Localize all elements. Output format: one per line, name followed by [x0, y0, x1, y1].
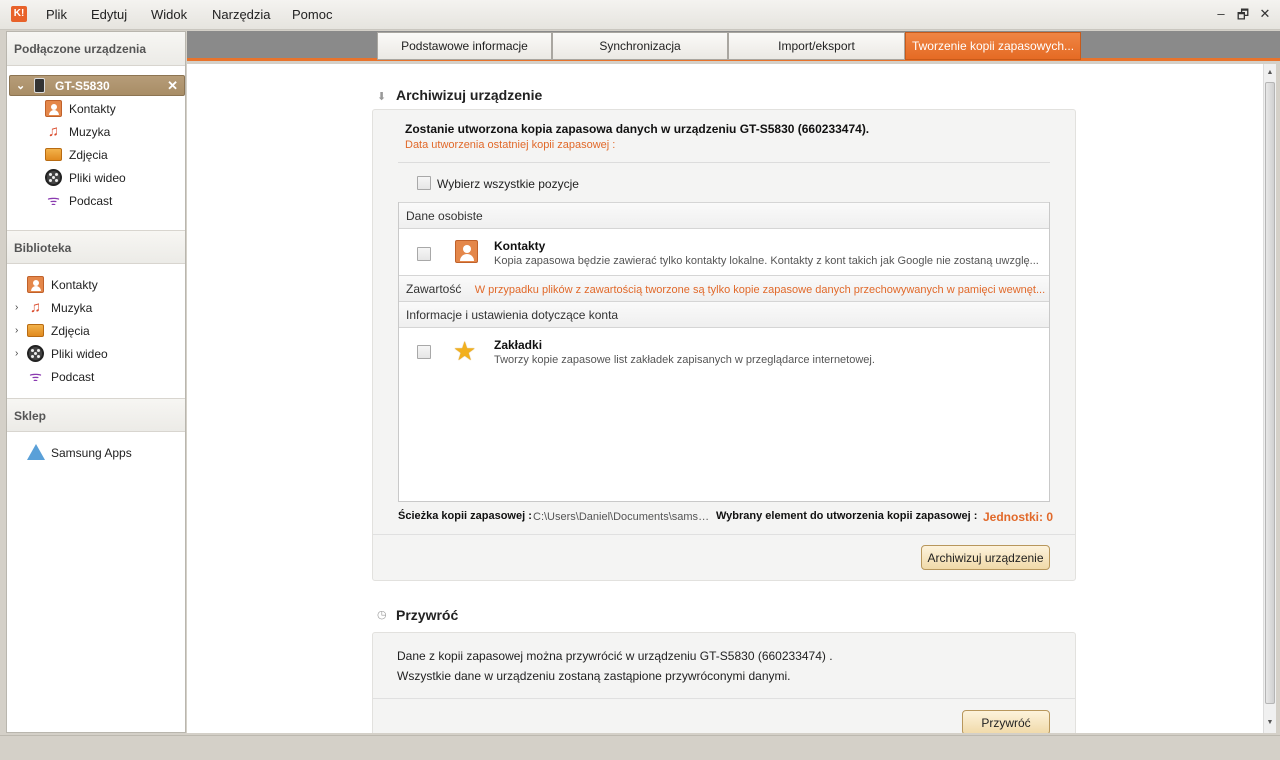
close-window-icon[interactable]: ✕ — [1257, 6, 1273, 22]
backup-items-list: Dane osobiste Kontakty Kopia zapasowa bę… — [398, 202, 1050, 502]
last-backup-label: Data utworzenia ostatniej kopii zapasowe… — [405, 139, 616, 151]
backup-panel: Zostanie utworzona kopia zapasowa danych… — [372, 109, 1076, 581]
divider — [373, 534, 1075, 535]
device-item-label: Zdjęcia — [69, 148, 108, 162]
archive-device-button[interactable]: Archiwizuj urządzenie — [921, 545, 1050, 570]
expand-photos-icon[interactable]: › — [15, 325, 18, 336]
selected-units-count: Jednostki: 0 — [983, 510, 1054, 524]
menu-help[interactable]: Pomoc — [292, 7, 332, 22]
device-row[interactable]: ⌄ GT-S5830 ✕ — [9, 75, 185, 96]
music-icon: ♫ — [47, 123, 60, 140]
device-item-label: Muzyka — [69, 125, 111, 139]
library-header: Biblioteka — [7, 230, 185, 264]
contacts-checkbox[interactable] — [417, 247, 431, 261]
library-item-label: Kontakty — [51, 278, 98, 292]
scroll-down-icon[interactable]: ▼ — [1264, 716, 1276, 730]
scroll-up-icon[interactable]: ▲ — [1264, 66, 1276, 80]
backup-section-title: Archiwizuj urządzenie — [396, 87, 543, 103]
podcast-icon: ᯤ — [47, 192, 60, 208]
menu-bar: K! Plik Edytuj Widok Narzędzia Pomoc – 🗗… — [0, 0, 1280, 30]
group-personal-header: Dane osobiste — [399, 202, 1049, 229]
connected-devices-header: Podłączone urządzenia — [7, 32, 185, 66]
minimize-icon[interactable]: – — [1213, 6, 1229, 21]
expand-music-icon[interactable]: › — [15, 302, 18, 313]
library-item-label: Zdjęcia — [51, 324, 90, 338]
bookmarks-item-desc: Tworzy kopie zapasowe list zakładek zapi… — [494, 354, 875, 366]
restore-icon[interactable]: 🗗 — [1235, 6, 1251, 28]
shop-header: Sklep — [7, 398, 185, 432]
restore-line-1: Dane z kopii zapasowej można przywrócić … — [397, 649, 833, 663]
contacts-item-desc: Kopia zapasowa będzie zawierać tylko kon… — [494, 255, 1039, 267]
podcast-icon: ᯤ — [29, 368, 42, 384]
sidebar: Podłączone urządzenia ⌄ GT-S5830 ✕ Konta… — [6, 31, 186, 733]
backup-path-value[interactable]: C:\Users\Daniel\Documents\samsu... — [533, 511, 713, 523]
device-item-label: Podcast — [69, 194, 113, 208]
menu-file[interactable]: Plik — [46, 7, 67, 22]
tab-bar: Podstawowe informacje Synchronizacja Imp… — [187, 31, 1280, 61]
tab-sync[interactable]: Synchronizacja — [552, 32, 728, 60]
group-content-header: Zawartość W przypadku plików z zawartośc… — [399, 275, 1049, 302]
photos-icon — [27, 324, 44, 337]
menu-tools[interactable]: Narzędzia — [212, 7, 271, 22]
photos-icon — [45, 148, 62, 161]
bookmarks-item-title: Zakładki — [494, 338, 543, 352]
download-icon: ⬇ — [377, 91, 387, 103]
restore-clock-icon: ◷ — [377, 609, 387, 621]
restore-section-title: Przywróć — [396, 607, 459, 623]
library-item-label: Podcast — [51, 370, 95, 384]
star-icon: ★ — [453, 336, 477, 366]
library-item-label: Pliki wideo — [51, 347, 108, 361]
device-item-label: Pliki wideo — [69, 171, 126, 185]
status-bar — [0, 735, 1280, 760]
content-label: Zawartość — [406, 282, 462, 296]
chevron-down-icon[interactable]: ⌄ — [16, 79, 25, 92]
contacts-item-title: Kontakty — [494, 239, 546, 253]
shop-item-label: Samsung Apps — [51, 446, 132, 460]
device-item-label: Kontakty — [69, 102, 116, 116]
select-all-checkbox[interactable] — [417, 176, 431, 190]
tab-import-export[interactable]: Import/eksport — [728, 32, 905, 60]
disconnect-icon[interactable]: ✕ — [167, 78, 178, 94]
bookmarks-checkbox[interactable] — [417, 345, 431, 359]
selected-items-label: Wybrany element do utworzenia kopii zapa… — [716, 510, 978, 522]
tab-basic-info[interactable]: Podstawowe informacje — [377, 32, 552, 60]
app-logo-icon: K! — [11, 6, 27, 22]
expand-videos-icon[interactable]: › — [15, 348, 18, 359]
device-name: GT-S5830 — [55, 79, 110, 93]
video-icon — [27, 345, 44, 362]
divider — [373, 698, 1075, 699]
backup-intro: Zostanie utworzona kopia zapasowa danych… — [405, 122, 870, 136]
library-item-label: Muzyka — [51, 301, 93, 315]
select-all-label: Wybierz wszystkie pozycje — [437, 177, 579, 191]
main-content: ⬇ Archiwizuj urządzenie Zostanie utworzo… — [187, 64, 1263, 733]
backup-path-label: Ścieżka kopii zapasowej : — [398, 510, 532, 522]
contacts-icon — [455, 240, 478, 263]
menu-view[interactable]: Widok — [151, 7, 187, 22]
music-icon: ♫ — [29, 299, 42, 316]
divider — [398, 162, 1050, 163]
content-note: W przypadku plików z zawartością tworzon… — [474, 284, 1046, 296]
scrollbar-thumb[interactable] — [1265, 82, 1275, 704]
video-icon — [45, 169, 62, 186]
tab-backup[interactable]: Tworzenie kopii zapasowych... — [905, 32, 1081, 60]
vertical-scrollbar[interactable]: ▲ ▼ — [1263, 64, 1276, 733]
restore-line-2: Wszystkie dane w urządzeniu zostaną zast… — [397, 669, 791, 683]
menu-edit[interactable]: Edytuj — [91, 7, 127, 22]
samsung-apps-icon — [27, 444, 45, 460]
restore-button[interactable]: Przywróć — [962, 710, 1050, 733]
phone-icon — [34, 78, 45, 93]
contacts-icon — [27, 276, 44, 293]
contacts-icon — [45, 100, 62, 117]
restore-panel: Dane z kopii zapasowej można przywrócić … — [372, 632, 1076, 733]
group-account-header: Informacje i ustawienia dotyczące konta — [399, 301, 1049, 328]
